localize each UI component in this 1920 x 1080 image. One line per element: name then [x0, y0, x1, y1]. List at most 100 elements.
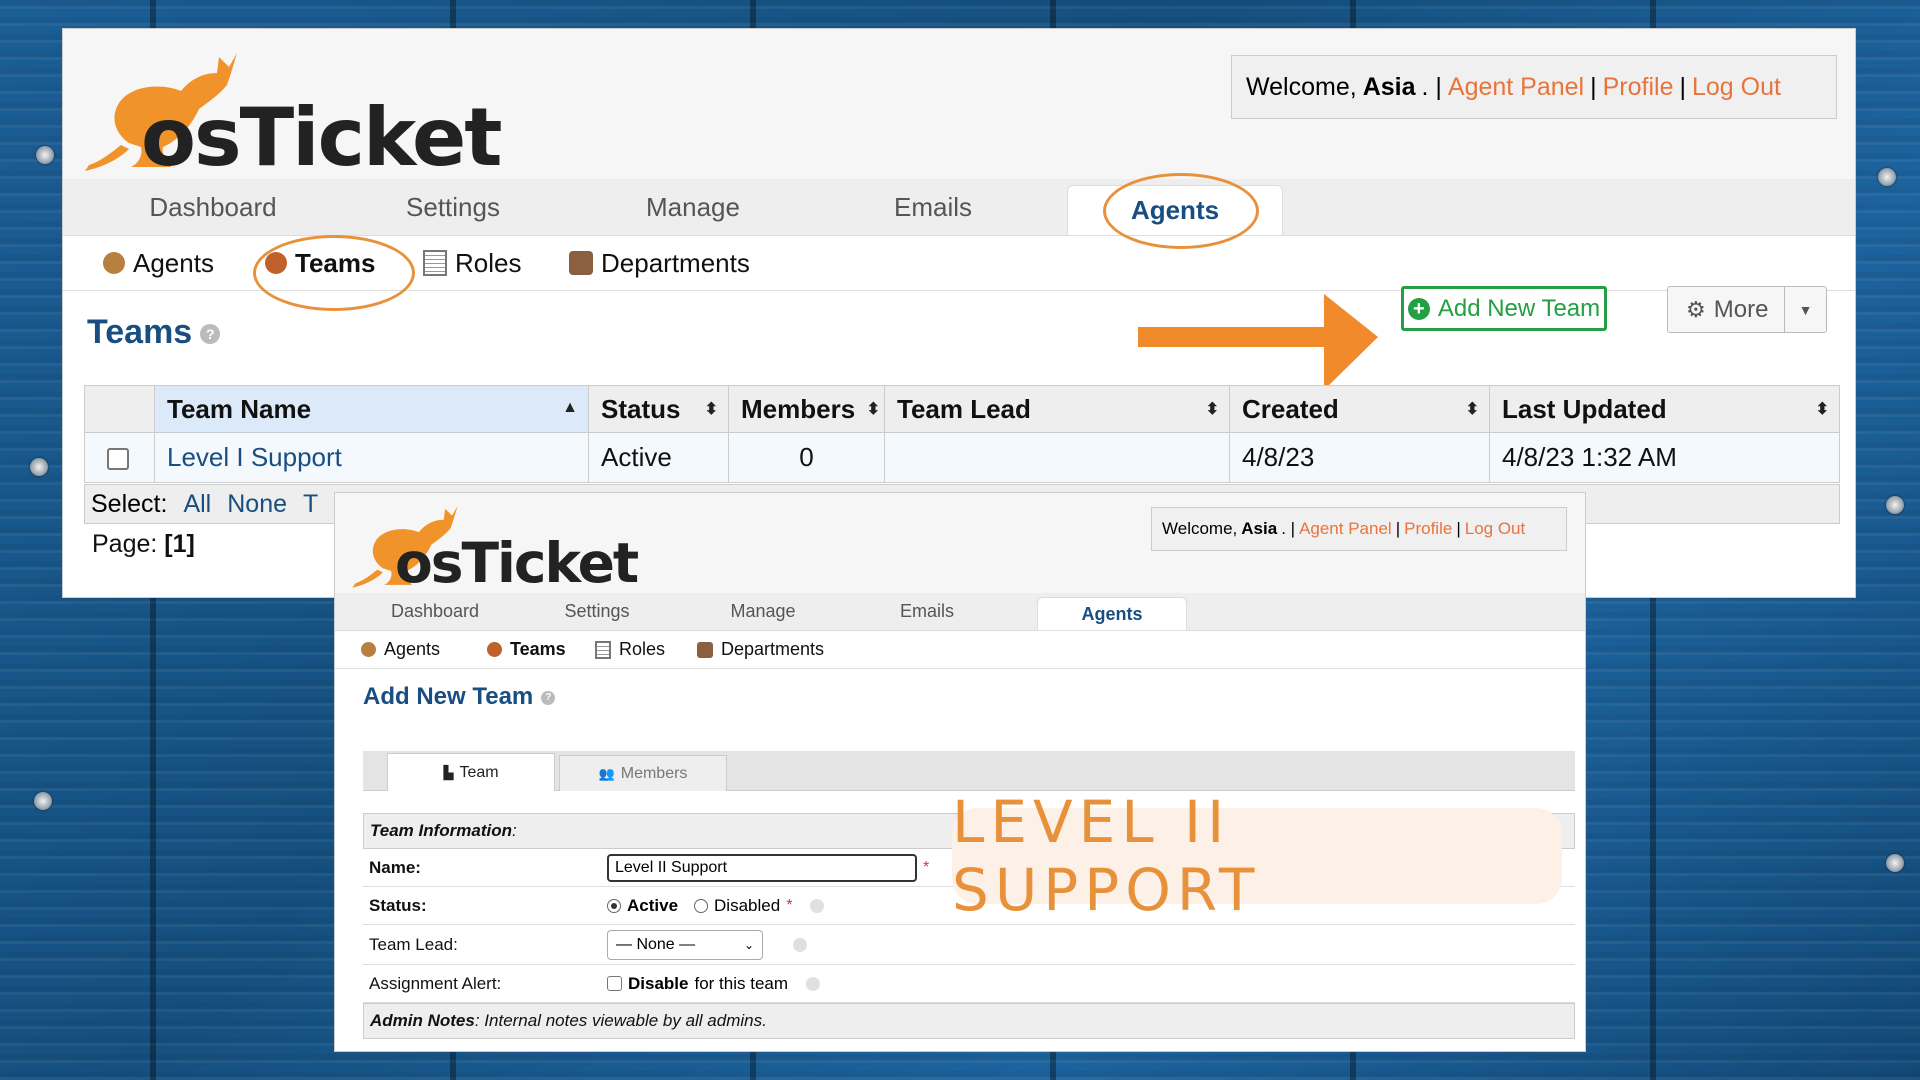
welcome-suffix: . | [1421, 72, 1442, 101]
tab-team[interactable]: ▙ Team [387, 753, 555, 791]
welcome-bar: Welcome, Asia. | Agent Panel | Profile |… [1151, 507, 1567, 551]
teams-table: Team Name ▲ Status ⬍ Members ⬍ Team Lead ⬍ C… [84, 385, 1840, 483]
department-icon [697, 641, 713, 658]
page-number[interactable]: [1] [164, 530, 195, 558]
screw-decoration [36, 146, 54, 164]
tab-manage[interactable]: Manage [703, 593, 823, 630]
profile-link[interactable]: Profile [1603, 73, 1674, 102]
page-title-text: Add New Team [363, 683, 534, 710]
pagination: Page: [1] [92, 530, 195, 559]
col-created[interactable]: Created ⬍ [1229, 385, 1490, 433]
row-checkbox[interactable] [107, 448, 129, 471]
sort-asc-icon: ▲ [562, 399, 578, 416]
tab-emails[interactable]: Emails [843, 179, 1023, 235]
status-disabled-label: Disabled [714, 895, 781, 915]
subnav-departments[interactable]: Departments [697, 631, 824, 668]
disable-label: Disable [628, 973, 689, 993]
welcome-bar: Welcome, Asia. | Agent Panel | Profile |… [1231, 55, 1837, 119]
logout-link[interactable]: Log Out [1465, 519, 1526, 539]
help-icon[interactable] [793, 937, 807, 952]
arrow-pointer-icon [1138, 294, 1378, 390]
section-title-text: Team Information [370, 821, 512, 840]
welcome-suffix: . | [1281, 519, 1296, 538]
main-nav: Dashboard Settings Manage Emails Agents [63, 179, 1855, 236]
tab-settings[interactable]: Settings [363, 179, 543, 235]
subnav-roles-label: Roles [619, 639, 666, 659]
sort-icon: ⬍ [866, 401, 880, 418]
col-members[interactable]: Members ⬍ [728, 385, 885, 433]
chevron-down-icon[interactable]: ▼ [1784, 287, 1826, 332]
subnav-departments[interactable]: Departments [569, 236, 750, 290]
agent-panel-link[interactable]: Agent Panel [1448, 73, 1584, 102]
page-title-text: Teams [87, 313, 193, 351]
tab-agents[interactable]: Agents [1037, 597, 1187, 630]
help-icon[interactable] [806, 976, 821, 991]
col-label: Team Name [167, 393, 312, 424]
subnav-agents-label: Agents [133, 247, 214, 278]
select-toggle-link[interactable]: T [303, 490, 318, 519]
status-active-label: Active [627, 895, 679, 915]
admin-notes-heading: Admin Notes: Internal notes viewable by … [370, 1011, 767, 1031]
user-name: Asia [1362, 72, 1416, 101]
col-team-name[interactable]: Team Name ▲ [154, 385, 589, 433]
created-cell: 4/8/23 [1229, 432, 1490, 483]
subnav-agents[interactable]: Agents [361, 631, 440, 668]
gear-icon: ⚙ [1686, 296, 1706, 322]
tab-team-label: Team [459, 763, 499, 781]
form-tabs: ▙ Team 👥 Members [363, 751, 1575, 791]
header: osTicket Welcome, Asia. | Agent Panel | … [335, 493, 1585, 595]
col-status[interactable]: Status ⬍ [588, 385, 729, 433]
subnav-roles[interactable]: Roles [595, 631, 665, 668]
disable-alert-checkbox[interactable] [607, 976, 622, 991]
profile-link[interactable]: Profile [1404, 519, 1452, 539]
separator: | [1395, 519, 1401, 538]
team-lead-select[interactable]: — None — ⌄ [607, 929, 763, 960]
tab-members-label: Members [620, 764, 688, 782]
help-icon[interactable]: ? [541, 690, 556, 705]
select-all-link[interactable]: All [183, 490, 211, 519]
tab-manage[interactable]: Manage [603, 179, 783, 235]
help-icon[interactable]: ? [200, 324, 221, 345]
subnav-teams[interactable]: Teams [487, 631, 566, 668]
welcome-prefix: Welcome, [1246, 72, 1357, 101]
status-disabled-radio[interactable] [694, 898, 709, 913]
select-none-link[interactable]: None [227, 490, 287, 519]
highlight-circle-agents [1103, 173, 1259, 249]
col-last-updated[interactable]: Last Updated ⬍ [1489, 385, 1840, 433]
agent-panel-link[interactable]: Agent Panel [1299, 519, 1392, 539]
tab-members[interactable]: 👥 Members [559, 755, 727, 791]
tab-dashboard[interactable]: Dashboard [123, 179, 303, 235]
subnav-agents[interactable]: Agents [103, 236, 214, 290]
tab-settings[interactable]: Settings [537, 593, 657, 630]
page-title: Add New Team? [363, 683, 556, 711]
users-icon: 👥 [598, 765, 615, 781]
team-lead-value: — None — [616, 935, 696, 953]
sort-icon: ⬍ [1815, 401, 1829, 418]
roles-list-icon [423, 250, 447, 276]
tab-dashboard[interactable]: Dashboard [375, 593, 495, 630]
screw-decoration [1886, 496, 1904, 514]
subnav-roles[interactable]: Roles [423, 236, 521, 290]
team-lead-cell [884, 432, 1230, 483]
team-name-cell: Level I Support [154, 432, 589, 483]
sort-icon: ⬍ [704, 401, 718, 418]
department-icon [569, 251, 593, 275]
logout-link[interactable]: Log Out [1692, 73, 1781, 102]
help-icon[interactable] [810, 898, 825, 913]
more-button[interactable]: ⚙ More ▼ [1667, 286, 1827, 333]
tab-emails[interactable]: Emails [867, 593, 987, 630]
row-select-cell [84, 432, 155, 483]
members-cell: 0 [728, 432, 885, 483]
col-team-lead[interactable]: Team Lead ⬍ [884, 385, 1230, 433]
updated-cell: 4/8/23 1:32 AM [1489, 432, 1840, 483]
required-mark: * [923, 858, 930, 876]
name-input[interactable]: Level II Support [607, 853, 917, 882]
plus-circle-icon: + [1407, 297, 1430, 320]
screw-decoration [30, 458, 48, 476]
admin-notes-text: : Internal notes viewable by all admins. [474, 1011, 767, 1030]
status-active-radio[interactable] [607, 898, 621, 913]
add-new-team-button[interactable]: + Add New Team [1401, 286, 1607, 331]
team-name-link[interactable]: Level I Support [167, 442, 342, 472]
user-name: Asia [1241, 519, 1278, 538]
header: osTicket Welcome, Asia. | Agent Panel | … [63, 29, 1855, 184]
